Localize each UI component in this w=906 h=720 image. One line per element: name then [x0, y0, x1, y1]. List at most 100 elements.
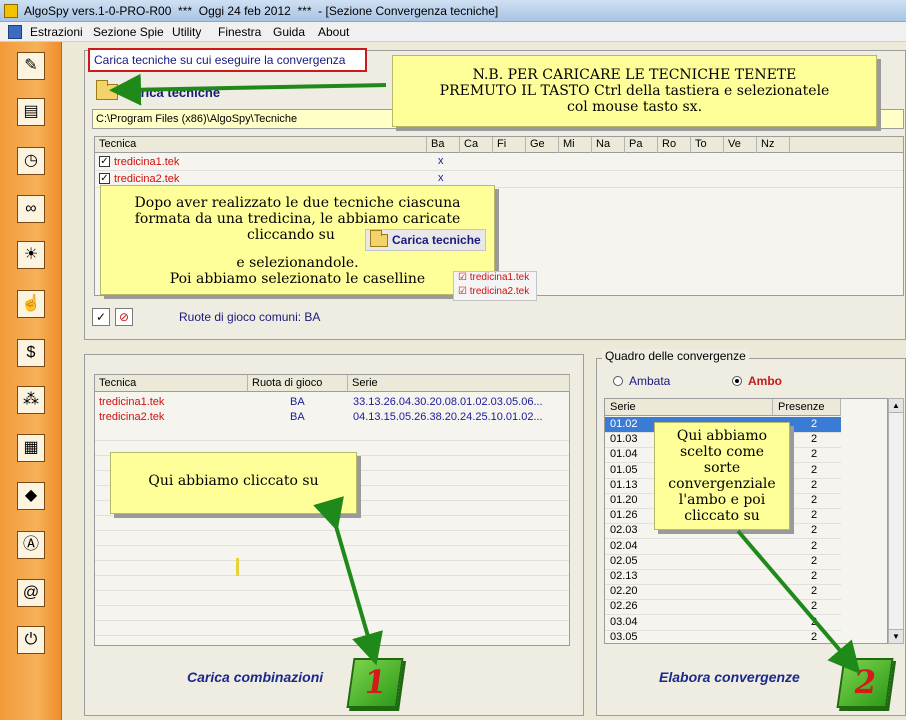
left-toolbar: ✎ ▤ ◷ ∞ ☀ ☝ $ ⁂ ▦ ◆ Ⓐ @ ⏻ — [0, 42, 62, 720]
note-line-with-button: cliccando su Carica tecniche — [101, 227, 494, 251]
radio-ambata-dot[interactable] — [613, 376, 623, 386]
col-fi[interactable]: Fi — [493, 137, 526, 153]
presenze-value: 2 — [811, 478, 818, 491]
col-presenze[interactable]: Presenze — [773, 399, 841, 416]
col-ba[interactable]: Ba — [427, 137, 460, 153]
grid-line — [95, 560, 569, 561]
process-convergences-button[interactable]: Elabora convergenze — [659, 669, 800, 685]
book-icon[interactable]: ▤ — [17, 98, 45, 126]
row-checkbox[interactable]: ✓ — [99, 156, 110, 167]
serie-value: 01.02 — [610, 418, 638, 430]
col-ro[interactable]: Ro — [658, 137, 691, 153]
deselect-button[interactable]: ⊘ — [115, 308, 133, 326]
common-wheels-label: Ruote di gioco comuni: BA — [179, 310, 321, 324]
presenze-value: 2 — [811, 630, 818, 643]
menu-guida[interactable]: Guida — [273, 25, 305, 39]
radio-ambata[interactable]: Ambata — [613, 374, 670, 388]
ba-mark[interactable]: x — [438, 172, 444, 184]
col-serie[interactable]: Serie — [348, 375, 570, 392]
radio-ambo-label: Ambo — [748, 374, 782, 388]
lightbulb-icon[interactable]: ☀ — [17, 241, 45, 269]
list-item[interactable]: 02.04 2 — [605, 539, 841, 555]
table-row[interactable]: tredicina1.tek BA 33.13.26.04.30.20.08.0… — [95, 395, 569, 409]
select-all-button[interactable]: ✓ — [92, 308, 110, 326]
serie-value: 02.04 — [610, 539, 638, 552]
list-scrollbar[interactable]: ▲ ▼ — [888, 398, 904, 644]
radio-ambo-dot[interactable] — [732, 376, 742, 386]
col-ruota[interactable]: Ruota di gioco — [248, 375, 348, 392]
list-item[interactable]: 02.20 2 — [605, 584, 841, 601]
list-item[interactable]: 02.13 2 — [605, 569, 841, 585]
row-checkbox[interactable]: ✓ — [99, 173, 110, 184]
network-icon[interactable]: ⁂ — [17, 386, 45, 414]
menu-estrazioni[interactable]: Estrazioni — [30, 25, 83, 39]
menu-finestra[interactable]: Finestra — [218, 25, 261, 39]
row-serie: 33.13.26.04.30.20.08.01.02.03.05.06... — [353, 396, 543, 408]
app-icon — [4, 4, 18, 18]
mini-row: ☑ tredicina1.tek — [458, 272, 530, 283]
serie-value: 03.04 — [610, 615, 638, 628]
col-tecnica[interactable]: Tecnica — [95, 137, 427, 153]
list-item[interactable]: 03.05 2 — [605, 630, 841, 643]
power-icon[interactable]: ⏻ — [17, 626, 45, 654]
step-badge-2: 2 — [836, 658, 894, 708]
row-serie: 04.13.15.05.26.38.20.24.25.10.01.02... — [353, 411, 543, 423]
binoculars-icon[interactable]: ∞ — [17, 195, 45, 223]
col-na[interactable]: Na — [592, 137, 625, 153]
scroll-down-icon[interactable]: ▼ — [889, 629, 903, 643]
calendar-icon[interactable]: ▦ — [17, 434, 45, 462]
note-chose-ambo: Qui abbiamo scelto come sorte convergenz… — [654, 422, 790, 530]
note-line: N.B. PER CARICARE LE TECNICHE TENETE — [472, 67, 797, 83]
serie-value: 01.03 — [610, 433, 638, 446]
presenze-value: 2 — [811, 463, 818, 476]
radio-ambo[interactable]: Ambo — [732, 374, 782, 388]
scroll-up-icon[interactable]: ▲ — [889, 399, 903, 413]
table-row[interactable]: tredicina2.tek BA 04.13.15.05.26.38.20.2… — [95, 410, 569, 424]
ba-mark[interactable]: x — [438, 155, 444, 167]
technique-name: tredicina1.tek — [114, 156, 180, 168]
serie-value: 01.05 — [610, 463, 638, 476]
col-serie[interactable]: Serie — [605, 399, 773, 416]
diamond-icon[interactable]: ◆ — [17, 482, 45, 510]
presenze-value: 2 — [811, 600, 818, 613]
col-pa[interactable]: Pa — [625, 137, 658, 153]
load-combinations-button[interactable]: Carica combinazioni — [187, 669, 323, 685]
col-tecnica[interactable]: Tecnica — [95, 375, 248, 392]
presenze-value: 2 — [811, 615, 818, 628]
menu-about[interactable]: About — [318, 25, 349, 39]
col-ve[interactable]: Ve — [724, 137, 757, 153]
note-line: scelto come — [679, 444, 765, 460]
folder-icon — [370, 229, 388, 247]
col-nz[interactable]: Nz — [757, 137, 790, 153]
panel-caption: Carica tecniche su cui eseguire la conve… — [88, 48, 367, 72]
menu-sezione-spie[interactable]: Sezione Spie — [93, 25, 164, 39]
hand-icon[interactable]: ☝ — [17, 290, 45, 318]
list-item[interactable]: 03.04 2 — [605, 615, 841, 631]
letter-a-icon[interactable]: Ⓐ — [17, 531, 45, 559]
presenze-value: 2 — [811, 539, 818, 552]
serie-value: 01.04 — [610, 448, 638, 461]
pencil-icon[interactable]: ✎ — [17, 52, 45, 80]
address-book-icon[interactable]: @ — [17, 579, 45, 607]
load-techniques-button[interactable]: Carica tecniche — [96, 80, 220, 102]
window-title: AlgoSpy vers.1-0-PRO-R00 *** Oggi 24 feb… — [24, 4, 499, 18]
note-line: Dopo aver realizzato le due tecniche cia… — [134, 195, 461, 211]
grid-line — [95, 515, 569, 516]
col-ca[interactable]: Ca — [460, 137, 493, 153]
presenze-value: 2 — [811, 509, 818, 522]
presenze-value: 2 — [811, 494, 818, 506]
menu-utility[interactable]: Utility — [172, 25, 201, 39]
serie-value: 02.26 — [610, 600, 638, 613]
col-ge[interactable]: Ge — [526, 137, 559, 153]
col-mi[interactable]: Mi — [559, 137, 592, 153]
table-row[interactable]: ✓ tredicina1.tek x — [95, 154, 903, 171]
list-item[interactable]: 02.05 2 — [605, 554, 841, 570]
document-icon[interactable] — [8, 25, 22, 39]
serie-value: 01.26 — [610, 509, 638, 522]
clock-icon[interactable]: ◷ — [17, 147, 45, 175]
inline-load-label: Carica tecniche — [392, 233, 481, 247]
list-item[interactable]: 02.26 2 — [605, 599, 841, 616]
note-line: col mouse tasto sx. — [566, 99, 703, 115]
col-to[interactable]: To — [691, 137, 724, 153]
dollar-icon[interactable]: $ — [17, 339, 45, 367]
